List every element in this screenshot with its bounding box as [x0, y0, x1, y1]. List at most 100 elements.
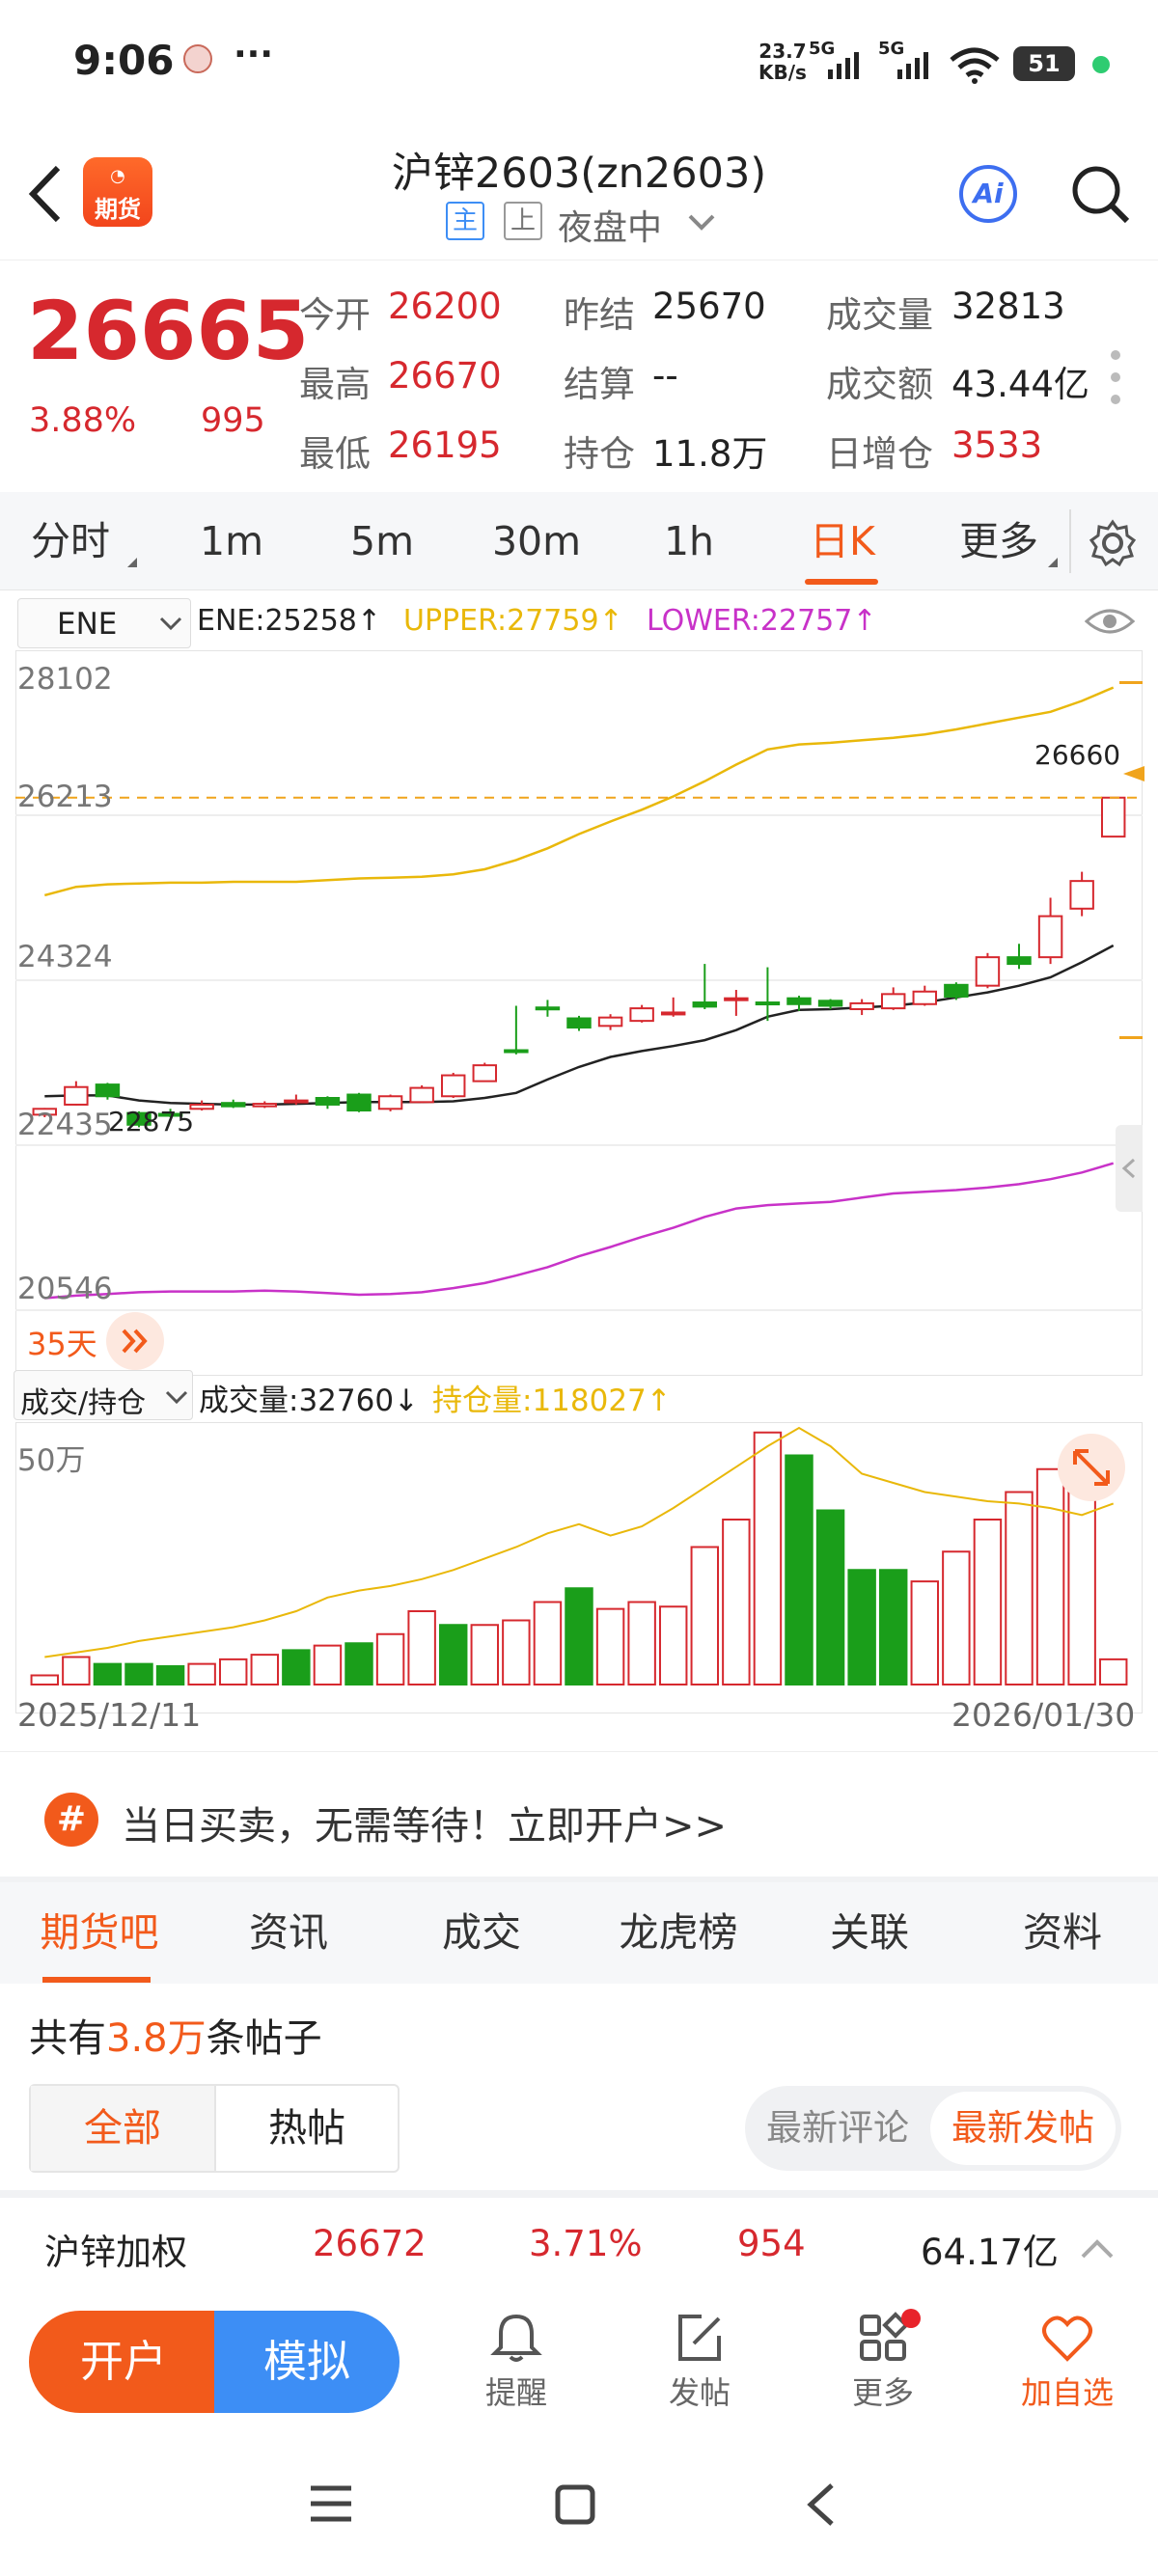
- open-label: 今开: [299, 294, 371, 336]
- notification-dot: [901, 2309, 921, 2328]
- tab-5m[interactable]: 5m: [334, 492, 430, 590]
- candle-body: [566, 1017, 592, 1029]
- weighted-index-row[interactable]: 沪锌加权 26672 3.71% 954 64.17亿: [0, 2190, 1158, 2291]
- tab-deals[interactable]: 成交: [409, 1882, 554, 1984]
- post-button[interactable]: 发帖: [647, 2311, 753, 2426]
- tab-timeshare[interactable]: 分时: [17, 492, 124, 590]
- ai-assistant-button[interactable]: Ai: [959, 165, 1017, 223]
- open-value: 26200: [388, 286, 502, 327]
- back-nav-icon[interactable]: [803, 2481, 838, 2528]
- volume-bar: [30, 1674, 60, 1685]
- signal-icon: [828, 52, 859, 79]
- price-chart[interactable]: [15, 650, 1143, 1376]
- tab-30m[interactable]: 30m: [481, 492, 593, 590]
- volume-bar: [815, 1509, 845, 1685]
- volume-selector[interactable]: 成交/持仓: [14, 1370, 193, 1420]
- add-favorite-button[interactable]: 加自选: [1009, 2311, 1125, 2426]
- futures-logo[interactable]: ◔ 期货: [83, 157, 152, 227]
- y-axis-label-2: 26213: [17, 780, 113, 814]
- gear-icon[interactable]: [1089, 519, 1137, 567]
- volume-bar: [375, 1632, 405, 1685]
- filter-all[interactable]: 全部: [31, 2086, 214, 2171]
- search-icon[interactable]: [1069, 163, 1131, 225]
- back-icon[interactable]: [21, 162, 69, 226]
- candle-body: [597, 1016, 623, 1028]
- home-icon[interactable]: [554, 2483, 596, 2526]
- volume-bar: [407, 1610, 436, 1685]
- tab-forum[interactable]: 期货吧: [17, 1882, 181, 1984]
- candle-body: [440, 1074, 466, 1098]
- edit-icon: [678, 2315, 721, 2361]
- eye-icon[interactable]: [1085, 604, 1135, 639]
- open-interest-label: 持仓: [564, 433, 635, 475]
- status-bar: 9:06 ··· 23.7 KB/s 5G 5G 51: [0, 0, 1158, 130]
- filter-hot[interactable]: 热帖: [214, 2086, 398, 2171]
- oi-value: 持仓量:118027↑: [432, 1384, 672, 1418]
- kline-period-tabs: 分时 1m 5m 30m 1h 日K 更多: [0, 492, 1158, 590]
- collapse-handle[interactable]: [1116, 1125, 1143, 1212]
- charging-dot: [1092, 56, 1110, 73]
- weighted-amount: 64.17亿: [921, 2232, 1059, 2273]
- fullscreen-button[interactable]: [1058, 1434, 1125, 1501]
- candle-body: [1069, 880, 1094, 910]
- banner-text[interactable]: 当日买卖，无需等待！立即开户>>: [122, 1795, 727, 1850]
- system-nav-bar: [0, 2441, 1158, 2576]
- status-time: 9:06: [73, 37, 175, 84]
- change-percent: 3.88%: [29, 401, 137, 440]
- candle-body: [755, 1001, 781, 1006]
- simulate-button[interactable]: 模拟: [214, 2311, 400, 2413]
- divider: [1069, 509, 1071, 573]
- candle-body: [220, 1102, 246, 1108]
- chevron-down-icon[interactable]: [687, 213, 716, 233]
- more-vert-icon[interactable]: [1108, 347, 1123, 407]
- alert-button[interactable]: 提醒: [463, 2311, 569, 2426]
- expand-range-button[interactable]: [106, 1312, 164, 1370]
- menu-icon[interactable]: [309, 2483, 353, 2524]
- volume-bar: [438, 1624, 468, 1685]
- tab-ranking[interactable]: 龙虎榜: [596, 1882, 760, 1984]
- chart-area: ENE ENE:25258↑ UPPER:27759↑ LOWER:22757↑…: [0, 590, 1158, 1748]
- volume-bar: [973, 1519, 1003, 1685]
- sort-latest-post[interactable]: 最新发帖: [930, 2092, 1116, 2165]
- volume-bar: [187, 1662, 216, 1685]
- chevron-up-icon[interactable]: [1081, 2238, 1114, 2260]
- volume-bar: [345, 1642, 373, 1685]
- ene-value: ENE:25258↑: [197, 604, 382, 638]
- candle-body: [975, 956, 1001, 987]
- expand-icon: [1073, 1449, 1110, 1486]
- sort-toggle: 最新评论 最新发帖: [745, 2086, 1121, 2171]
- indicator-selector[interactable]: ENE: [17, 598, 191, 648]
- weighted-price: 26672: [313, 2223, 427, 2264]
- settle-value: --: [652, 355, 678, 397]
- days-label: 35天: [27, 1326, 97, 1362]
- tab-related[interactable]: 关联: [797, 1882, 942, 1984]
- volume-chart[interactable]: [15, 1422, 1143, 1713]
- amount-value: 43.44亿: [951, 364, 1089, 405]
- hash-icon: #: [44, 1793, 98, 1847]
- post-count: 共有3.8万条帖子: [29, 2016, 322, 2061]
- post-label: 发帖: [668, 2374, 731, 2411]
- volume-bar: [753, 1431, 783, 1685]
- open-account-banner[interactable]: # 当日买卖，无需等待！立即开户>>: [0, 1751, 1158, 1877]
- double-chevron-icon: [122, 1329, 148, 1354]
- session-status[interactable]: 夜盘中: [558, 200, 662, 250]
- favorite-label: 加自选: [1020, 2374, 1114, 2411]
- sort-latest-comment[interactable]: 最新评论: [766, 2086, 909, 2171]
- open-account-button[interactable]: 开户: [29, 2311, 218, 2413]
- tab-profile[interactable]: 资料: [990, 1882, 1135, 1984]
- tab-news[interactable]: 资讯: [216, 1882, 361, 1984]
- candle-body: [409, 1086, 434, 1104]
- candle-body: [377, 1095, 403, 1110]
- candle-body: [95, 1083, 121, 1098]
- tab-more[interactable]: 更多: [946, 492, 1052, 590]
- lower-value: LOWER:22757↑: [647, 604, 877, 638]
- bell-icon: [490, 2314, 542, 2362]
- triangle-icon-more: [1048, 558, 1058, 567]
- chevron-left-icon: [1121, 1158, 1136, 1179]
- candle-body: [284, 1099, 309, 1104]
- tab-1h[interactable]: 1h: [641, 492, 737, 590]
- volume-bar: [785, 1454, 813, 1685]
- tab-daily[interactable]: 日K: [789, 492, 896, 590]
- more-button[interactable]: 更多: [830, 2311, 936, 2426]
- tab-1m[interactable]: 1m: [183, 492, 280, 590]
